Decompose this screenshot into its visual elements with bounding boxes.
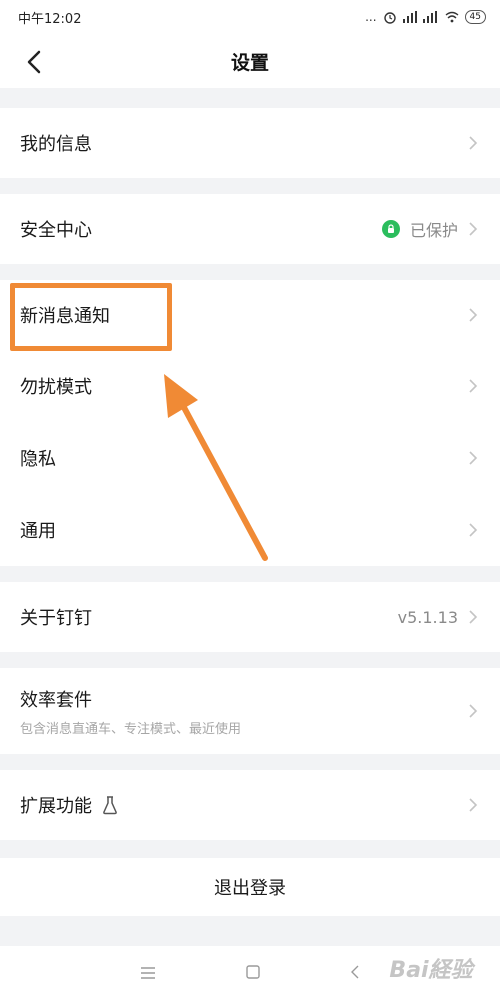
- back-button[interactable]: [18, 46, 50, 78]
- status-time: 中午12:02: [18, 11, 82, 27]
- chevron-right-icon: [469, 523, 478, 537]
- flask-icon: [102, 795, 118, 815]
- security-status: 已保护: [409, 221, 458, 240]
- row-label: 关于钉钉: [20, 608, 92, 629]
- row-label: 隐私: [20, 449, 56, 470]
- annotation-arrow-icon: [164, 374, 268, 561]
- row-label: 效率套件: [20, 689, 92, 711]
- row-label: 扩展功能: [20, 796, 92, 817]
- chevron-right-icon: [469, 308, 478, 322]
- battery-icon: 45: [464, 10, 486, 24]
- navigation-bar: 设置: [0, 34, 500, 88]
- logout-button[interactable]: 退出登录: [0, 858, 500, 916]
- status-bar: 中午12:02 ... 45: [0, 0, 500, 34]
- row-label: 我的信息: [20, 134, 92, 155]
- row-efficiency-suite[interactable]: 效率套件 包含消息直通车、专注模式、最近使用: [0, 668, 500, 754]
- alarm-icon: [383, 10, 397, 24]
- home-icon[interactable]: [246, 964, 260, 983]
- row-label: 勿扰模式: [20, 377, 92, 398]
- row-security-center[interactable]: 安全中心 已保护: [0, 194, 500, 264]
- watermark: Bai経验: [389, 958, 473, 983]
- chevron-right-icon: [469, 704, 478, 718]
- status-icons: ... 45: [365, 10, 486, 24]
- menu-icon[interactable]: [140, 964, 156, 983]
- row-my-info[interactable]: 我的信息: [0, 108, 500, 178]
- chevron-right-icon: [469, 798, 478, 812]
- back-nav-icon[interactable]: [350, 964, 360, 983]
- signal-icon: [402, 10, 439, 24]
- chevron-left-icon: [27, 50, 41, 74]
- app-version: v5.1.13: [397, 607, 458, 627]
- lock-icon: [381, 220, 400, 238]
- chevron-right-icon: [469, 222, 478, 236]
- row-extensions[interactable]: 扩展功能: [0, 770, 500, 840]
- chevron-right-icon: [469, 451, 478, 465]
- page-title: 设置: [230, 51, 269, 74]
- row-label: 通用: [20, 521, 56, 542]
- chevron-right-icon: [469, 379, 478, 393]
- row-label: 安全中心: [20, 220, 92, 241]
- chevron-right-icon: [469, 136, 478, 150]
- row-subtitle: 包含消息直通车、专注模式、最近使用: [20, 721, 242, 737]
- more-dots: ...: [365, 10, 377, 24]
- chevron-right-icon: [469, 610, 478, 624]
- wifi-icon: [445, 11, 459, 23]
- highlight-box: [10, 283, 172, 351]
- row-about-dingtalk[interactable]: 关于钉钉 v5.1.13: [0, 582, 500, 652]
